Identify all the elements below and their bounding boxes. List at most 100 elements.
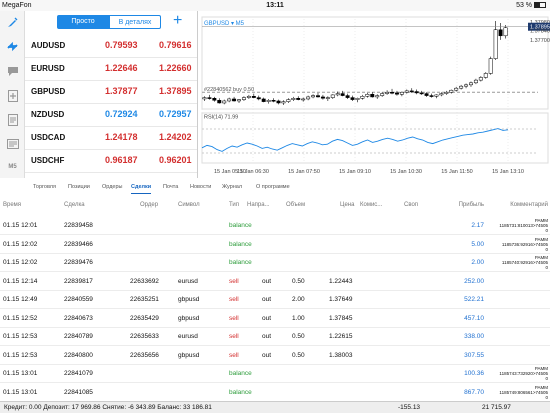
timeframe-icon[interactable]: M5 [5, 159, 20, 174]
tab-1[interactable]: Торговля [33, 181, 56, 193]
terminal-tabs: Торговля Позиции Ордеры Сделки Почта Новости Ж… [25, 181, 550, 194]
deals-table: Время Сделка Ордер Символ Тип Напра... Объем Це… [0, 196, 550, 413]
column-header[interactable]: Ордер [140, 202, 158, 208]
quote-row[interactable]: AUDUSD 0.79593 0.79616 [25, 35, 197, 58]
table-row[interactable]: 01.15 12:14 22839817 22633692 eurusd sell out… [0, 272, 550, 291]
quote-row[interactable]: USDCHF 0.96187 0.96201 [25, 150, 197, 173]
tab-5[interactable]: Почта [163, 181, 178, 193]
tab-8[interactable]: О программе [256, 181, 290, 193]
cell-profit: 522.21 [464, 296, 484, 303]
quote-bid[interactable]: 0.96187 [105, 155, 138, 165]
candle-body [246, 96, 251, 98]
tab-3[interactable]: Ордеры [102, 181, 123, 193]
cell-deal: 22839466 [64, 240, 93, 248]
cell-type: sell [229, 351, 239, 359]
table-row[interactable]: 01.15 12:02 22839466 balance 5.00 PAMM 118573… [0, 235, 550, 254]
quote-bid[interactable]: 1.22646 [105, 63, 138, 73]
cell-comment: PAMM 1185731:810013>74505 0 [499, 218, 548, 233]
tab-6[interactable]: Новости [190, 181, 211, 193]
quote-row[interactable]: USDCAD 1.24178 1.24202 [25, 127, 197, 150]
time-axis-label: 15 Jan 07:50 [288, 169, 320, 175]
candle-body [350, 97, 355, 100]
tab-4[interactable]: Сделки [131, 181, 152, 194]
column-header[interactable]: Комментарий [510, 202, 548, 208]
chart-canvas[interactable]: #22840562 buy 0.501.379801.378951.378401… [198, 11, 550, 178]
quotes-icon[interactable] [5, 15, 20, 30]
quote-row[interactable]: GBPUSD 1.37877 1.37895 [25, 81, 197, 104]
tab-detail[interactable]: В деталях [109, 15, 161, 29]
candle-body [394, 92, 399, 95]
cell-price: 1.37845 [329, 314, 353, 322]
cell-profit: 867.70 [464, 388, 484, 396]
quote-row[interactable]: USDJPY110.570110.587 [25, 173, 197, 178]
column-header[interactable]: Цена [340, 202, 354, 208]
cell-symbol: gbpusd [178, 351, 200, 359]
quote-ask[interactable]: 0.79616 [159, 40, 192, 50]
table-row[interactable]: 01.15 12:52 22840673 22635429 gbpusd sell out… [0, 309, 550, 328]
cell-time: 01.15 12:02 [3, 259, 38, 266]
chart-symbol-label: GBPUSD ▾ M5 [204, 21, 245, 27]
column-header[interactable]: Объем [286, 202, 305, 208]
quote-ask[interactable]: 1.22660 [159, 63, 192, 73]
cell-time: 01.15 12:53 [3, 333, 38, 340]
news-icon[interactable] [5, 136, 20, 151]
quote-bid[interactable]: 0.72924 [105, 109, 138, 119]
table-row[interactable]: 01.15 12:49 22840559 22635251 gbpusd sell out… [0, 290, 550, 309]
column-header[interactable]: Сделка [64, 202, 85, 208]
table-row[interactable]: 01.15 12:53 22840789 22635633 eurusd sell out… [0, 327, 550, 346]
price-axis-label: 1.37840 [530, 28, 550, 34]
tab-simple[interactable]: Просто [57, 15, 109, 29]
candle-body [291, 98, 296, 100]
quote-ask[interactable]: 1.24202 [159, 132, 192, 142]
column-header[interactable]: Символ [178, 202, 200, 208]
tab-2[interactable]: Позиции [68, 181, 90, 193]
tab-7[interactable]: Журнал [222, 181, 242, 193]
quote-bid[interactable]: 1.37877 [105, 86, 138, 96]
candle-body [227, 98, 232, 102]
cell-comment: PAMM 1185743:732920>74505 0 [499, 366, 548, 381]
column-header[interactable]: Тип [229, 202, 239, 208]
table-row[interactable]: 01.15 13:01 22841079 balance 100.36 PAMM 1185… [0, 364, 550, 383]
add-symbol-button[interactable]: + [173, 11, 182, 31]
column-header[interactable]: Время [3, 202, 21, 208]
quote-row[interactable]: NZDUSD 0.72924 0.72957 [25, 104, 197, 127]
candle-body [380, 93, 385, 96]
candle-body [459, 85, 464, 89]
candle-body [390, 91, 394, 94]
candle-body [370, 93, 375, 98]
quotes-header: Просто В деталях + [25, 11, 197, 35]
cell-type: balance [229, 259, 252, 266]
candle-body [419, 92, 424, 95]
chat-icon[interactable] [5, 64, 20, 79]
quote-ask[interactable]: 0.96201 [159, 155, 192, 165]
quote-bid[interactable]: 1.24178 [105, 132, 138, 142]
table-row[interactable]: 01.15 12:01 22839458 balance 2.17 PAMM 118573… [0, 216, 550, 235]
quote-row[interactable]: EURUSD 1.22646 1.22660 [25, 58, 197, 81]
table-row[interactable]: 01.15 12:02 22839476 balance 2.00 PAMM 118574… [0, 253, 550, 272]
column-header[interactable]: Своп [404, 202, 418, 208]
cell-deal: 22841079 [64, 370, 93, 377]
candle-body [454, 87, 459, 91]
chart-panel[interactable]: #22840562 buy 0.501.379801.378951.378401… [197, 11, 550, 178]
column-header[interactable]: Прибыль [459, 202, 484, 208]
history-icon[interactable] [5, 112, 20, 127]
quote-symbol: GBPUSD [31, 87, 66, 96]
trade-arrows-icon[interactable] [5, 39, 20, 54]
time-axis-label: 15 Jan 11:50 [441, 169, 472, 175]
cell-time: 01.15 13:01 [3, 388, 38, 396]
cell-deal: 22840559 [64, 296, 93, 303]
candle-body [404, 90, 409, 93]
quote-symbol: AUDUSD [31, 41, 66, 50]
status-bar: MegaFon 13:11 53 % [0, 0, 550, 11]
table-row[interactable]: 01.15 12:53 22840800 22635656 gbpusd sell out… [0, 346, 550, 365]
quote-bid[interactable]: 0.79593 [105, 40, 138, 50]
cell-vol: 0.50 [292, 351, 305, 359]
time-axis-label: 15 Jan 10:30 [390, 169, 422, 175]
add-document-icon[interactable] [5, 88, 20, 103]
column-header[interactable]: Комис... [360, 202, 382, 208]
quote-ask[interactable]: 0.72957 [159, 109, 192, 119]
column-header[interactable]: Напра... [247, 202, 270, 208]
table-row[interactable]: 01.15 13:01 22841085 balance 867.70 PAMM 1185… [0, 383, 550, 402]
quote-ask[interactable]: 1.37895 [159, 86, 192, 96]
cell-vol: 0.50 [292, 277, 305, 285]
